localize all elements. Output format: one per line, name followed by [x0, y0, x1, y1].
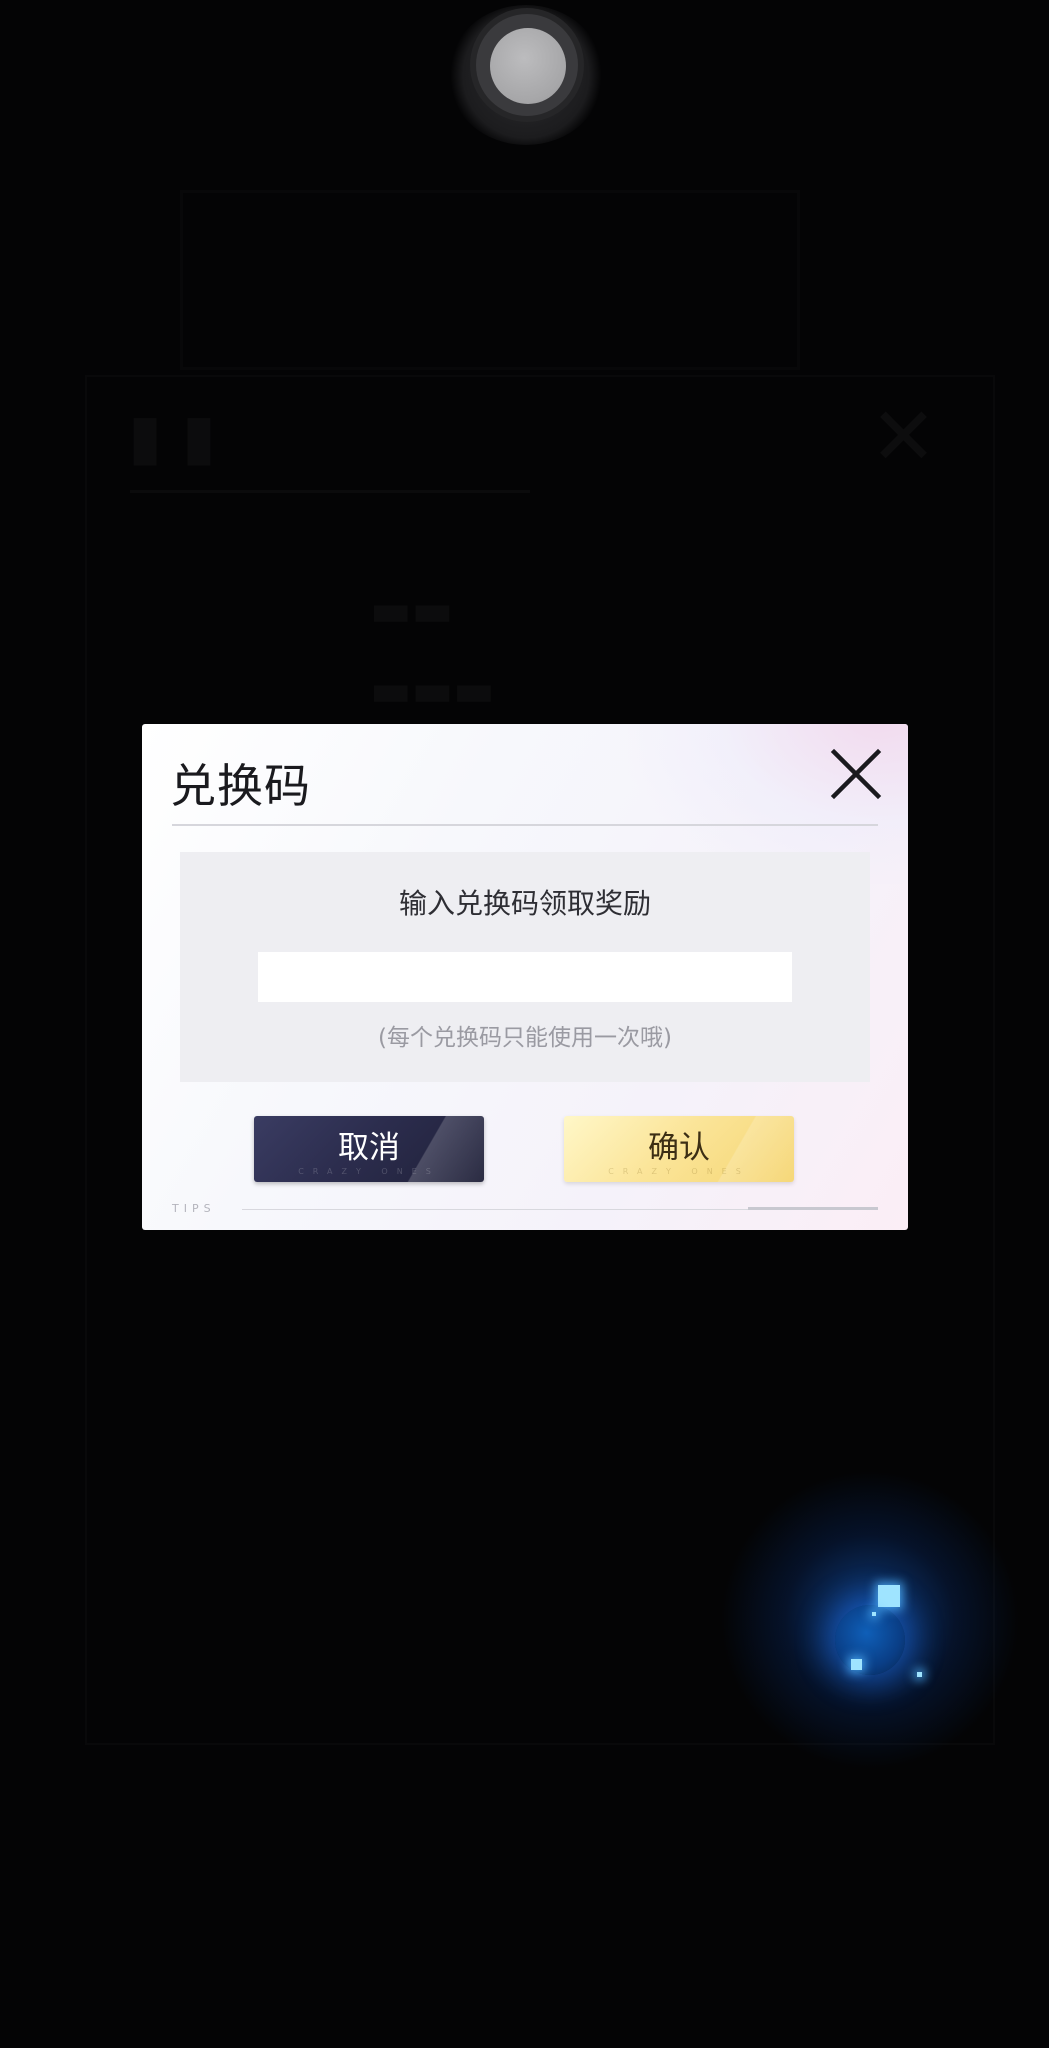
background-text-line: ▬▬▬ [370, 665, 495, 716]
floating-orb-icon[interactable] [835, 1605, 905, 1675]
cancel-button-label: 取消 [338, 1130, 400, 1166]
background-title: ▮ ▮ [128, 400, 216, 473]
tips-label: TIPS [172, 1202, 216, 1215]
close-icon[interactable] [826, 744, 886, 804]
title-divider [172, 824, 878, 826]
background-frame [180, 190, 800, 370]
redeem-form-box: 输入兑换码领取奖励 (每个兑换码只能使用一次哦) [180, 852, 870, 1082]
sparkle-icon [878, 1585, 900, 1607]
home-button-icon[interactable] [490, 28, 566, 104]
sparkle-icon [851, 1659, 862, 1670]
cancel-button-subtext: CRAZY ONES [298, 1167, 440, 1176]
background-text-line: ▬▬ [370, 585, 453, 636]
confirm-button-subtext: CRAZY ONES [608, 1167, 750, 1176]
tips-divider-accent [748, 1207, 878, 1210]
redeem-code-input[interactable] [258, 952, 792, 1002]
sparkle-icon [872, 1612, 876, 1616]
sparkle-icon [917, 1672, 922, 1677]
redeem-prompt: 输入兑换码领取奖励 [398, 887, 651, 920]
screen: ▮ ▮ ✕ ▬▬ ▬▬▬ 兑换码 输入兑换码领取奖励 (每个兑换码只能使用一次哦… [0, 0, 1049, 2048]
background-divider [130, 490, 530, 493]
confirm-button-label: 确认 [648, 1130, 710, 1166]
cancel-button[interactable]: 取消 CRAZY ONES [254, 1116, 484, 1182]
dialog-title: 兑换码 [170, 759, 311, 813]
redeem-note: (每个兑换码只能使用一次哦) [378, 1025, 672, 1051]
redeem-code-dialog: 兑换码 输入兑换码领取奖励 (每个兑换码只能使用一次哦) 取消 CRAZY ON… [142, 724, 908, 1230]
confirm-button[interactable]: 确认 CRAZY ONES [564, 1116, 794, 1182]
background-close-icon: ✕ [870, 390, 937, 483]
